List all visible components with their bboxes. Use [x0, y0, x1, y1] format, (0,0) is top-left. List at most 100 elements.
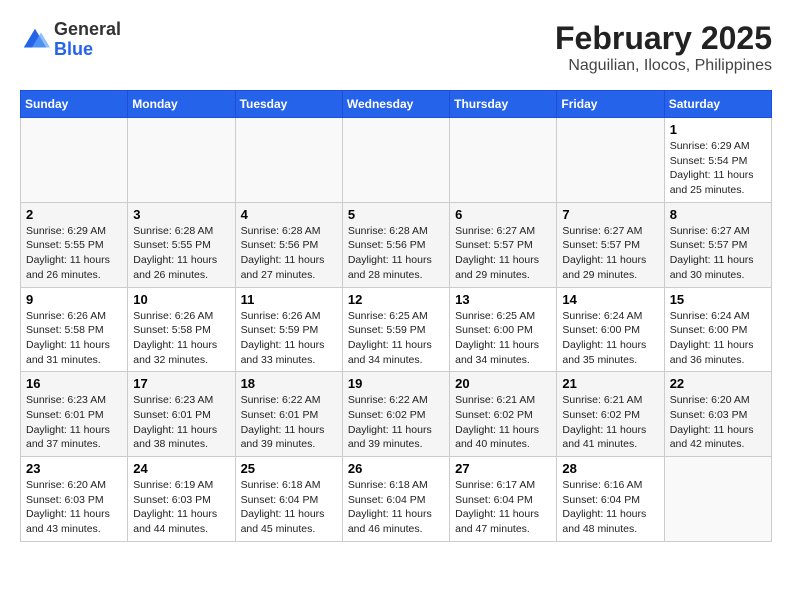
day-detail: Sunrise: 6:24 AMSunset: 6:00 PMDaylight:…: [670, 309, 766, 368]
calendar-day-cell: [235, 118, 342, 203]
calendar-day-cell: [342, 118, 449, 203]
calendar-day-cell: 1 Sunrise: 6:29 AMSunset: 5:54 PMDaylight…: [664, 118, 771, 203]
day-detail: Sunrise: 6:28 AMSunset: 5:56 PMDaylight:…: [241, 224, 337, 283]
calendar-week-row: 23 Sunrise: 6:20 AMSunset: 6:03 PMDayligh…: [21, 457, 772, 542]
day-detail: Sunrise: 6:16 AMSunset: 6:04 PMDaylight:…: [562, 478, 658, 537]
logo-icon: [20, 25, 50, 55]
calendar-day-cell: 23 Sunrise: 6:20 AMSunset: 6:03 PMDayligh…: [21, 457, 128, 542]
weekday-header: Sunday: [21, 91, 128, 118]
day-detail: Sunrise: 6:28 AMSunset: 5:56 PMDaylight:…: [348, 224, 444, 283]
day-number: 6: [455, 207, 551, 222]
day-number: 5: [348, 207, 444, 222]
calendar-day-cell: 10 Sunrise: 6:26 AMSunset: 5:58 PMDayligh…: [128, 287, 235, 372]
day-number: 24: [133, 461, 229, 476]
day-number: 16: [26, 376, 122, 391]
calendar-day-cell: 7 Sunrise: 6:27 AMSunset: 5:57 PMDaylight…: [557, 202, 664, 287]
day-detail: Sunrise: 6:27 AMSunset: 5:57 PMDaylight:…: [562, 224, 658, 283]
calendar-day-cell: 26 Sunrise: 6:18 AMSunset: 6:04 PMDayligh…: [342, 457, 449, 542]
day-detail: Sunrise: 6:19 AMSunset: 6:03 PMDaylight:…: [133, 478, 229, 537]
calendar-day-cell: 22 Sunrise: 6:20 AMSunset: 6:03 PMDayligh…: [664, 372, 771, 457]
location-subtitle: Naguilian, Ilocos, Philippines: [555, 57, 772, 75]
day-detail: Sunrise: 6:25 AMSunset: 6:00 PMDaylight:…: [455, 309, 551, 368]
day-number: 17: [133, 376, 229, 391]
calendar-day-cell: [128, 118, 235, 203]
day-detail: Sunrise: 6:25 AMSunset: 5:59 PMDaylight:…: [348, 309, 444, 368]
day-number: 8: [670, 207, 766, 222]
calendar-day-cell: 4Sunrise: 6:28 AMSunset: 5:56 PMDaylight…: [235, 202, 342, 287]
weekday-header: Saturday: [664, 91, 771, 118]
calendar-day-cell: 13 Sunrise: 6:25 AMSunset: 6:00 PMDayligh…: [450, 287, 557, 372]
day-number: 7: [562, 207, 658, 222]
calendar-day-cell: 24 Sunrise: 6:19 AMSunset: 6:03 PMDayligh…: [128, 457, 235, 542]
calendar-day-cell: [557, 118, 664, 203]
day-number: 9: [26, 292, 122, 307]
day-detail: Sunrise: 6:29 AMSunset: 5:55 PMDaylight:…: [26, 224, 122, 283]
day-detail: Sunrise: 6:24 AMSunset: 6:00 PMDaylight:…: [562, 309, 658, 368]
day-number: 14: [562, 292, 658, 307]
calendar-day-cell: [21, 118, 128, 203]
day-detail: Sunrise: 6:27 AMSunset: 5:57 PMDaylight:…: [455, 224, 551, 283]
day-detail: Sunrise: 6:26 AMSunset: 5:58 PMDaylight:…: [133, 309, 229, 368]
day-number: 2: [26, 207, 122, 222]
day-number: 22: [670, 376, 766, 391]
calendar-day-cell: 8 Sunrise: 6:27 AMSunset: 5:57 PMDaylight…: [664, 202, 771, 287]
calendar-week-row: 1 Sunrise: 6:29 AMSunset: 5:54 PMDaylight…: [21, 118, 772, 203]
day-number: 11: [241, 292, 337, 307]
weekday-header: Monday: [128, 91, 235, 118]
day-detail: Sunrise: 6:18 AMSunset: 6:04 PMDaylight:…: [241, 478, 337, 537]
calendar-day-cell: 15 Sunrise: 6:24 AMSunset: 6:00 PMDayligh…: [664, 287, 771, 372]
calendar-day-cell: 12 Sunrise: 6:25 AMSunset: 5:59 PMDayligh…: [342, 287, 449, 372]
day-detail: Sunrise: 6:29 AMSunset: 5:54 PMDaylight:…: [670, 139, 766, 198]
day-number: 12: [348, 292, 444, 307]
day-detail: Sunrise: 6:20 AMSunset: 6:03 PMDaylight:…: [26, 478, 122, 537]
day-detail: Sunrise: 6:23 AMSunset: 6:01 PMDaylight:…: [133, 393, 229, 452]
calendar-day-cell: 28Sunrise: 6:16 AMSunset: 6:04 PMDayligh…: [557, 457, 664, 542]
weekday-header: Tuesday: [235, 91, 342, 118]
calendar-day-cell: 9Sunrise: 6:26 AMSunset: 5:58 PMDaylight…: [21, 287, 128, 372]
weekday-header: Wednesday: [342, 91, 449, 118]
calendar-day-cell: 27 Sunrise: 6:17 AMSunset: 6:04 PMDayligh…: [450, 457, 557, 542]
day-number: 26: [348, 461, 444, 476]
calendar-day-cell: 5 Sunrise: 6:28 AMSunset: 5:56 PMDaylight…: [342, 202, 449, 287]
calendar-day-cell: 11 Sunrise: 6:26 AMSunset: 5:59 PMDayligh…: [235, 287, 342, 372]
calendar-day-cell: [664, 457, 771, 542]
day-number: 3: [133, 207, 229, 222]
day-number: 27: [455, 461, 551, 476]
calendar-day-cell: [450, 118, 557, 203]
calendar-table: SundayMondayTuesdayWednesdayThursdayFrid…: [20, 90, 772, 542]
day-detail: Sunrise: 6:22 AMSunset: 6:01 PMDaylight:…: [241, 393, 337, 452]
calendar-day-cell: 2 Sunrise: 6:29 AMSunset: 5:55 PMDaylight…: [21, 202, 128, 287]
month-year-title: February 2025: [555, 20, 772, 57]
page-header: General Blue February 2025 Naguilian, Il…: [20, 20, 772, 75]
day-detail: Sunrise: 6:22 AMSunset: 6:02 PMDaylight:…: [348, 393, 444, 452]
day-number: 18: [241, 376, 337, 391]
day-number: 21: [562, 376, 658, 391]
calendar-day-cell: 19 Sunrise: 6:22 AMSunset: 6:02 PMDayligh…: [342, 372, 449, 457]
day-number: 25: [241, 461, 337, 476]
day-detail: Sunrise: 6:18 AMSunset: 6:04 PMDaylight:…: [348, 478, 444, 537]
logo-blue-text: Blue: [54, 40, 121, 60]
day-number: 13: [455, 292, 551, 307]
title-block: February 2025 Naguilian, Ilocos, Philipp…: [555, 20, 772, 75]
calendar-day-cell: 25 Sunrise: 6:18 AMSunset: 6:04 PMDayligh…: [235, 457, 342, 542]
day-detail: Sunrise: 6:20 AMSunset: 6:03 PMDaylight:…: [670, 393, 766, 452]
day-number: 19: [348, 376, 444, 391]
calendar-day-cell: 21Sunrise: 6:21 AMSunset: 6:02 PMDayligh…: [557, 372, 664, 457]
weekday-header: Friday: [557, 91, 664, 118]
weekday-header: Thursday: [450, 91, 557, 118]
day-detail: Sunrise: 6:23 AMSunset: 6:01 PMDaylight:…: [26, 393, 122, 452]
calendar-day-cell: 3Sunrise: 6:28 AMSunset: 5:55 PMDaylight…: [128, 202, 235, 287]
calendar-day-cell: 18 Sunrise: 6:22 AMSunset: 6:01 PMDayligh…: [235, 372, 342, 457]
day-detail: Sunrise: 6:26 AMSunset: 5:59 PMDaylight:…: [241, 309, 337, 368]
day-number: 1: [670, 122, 766, 137]
logo-general-text: General: [54, 20, 121, 40]
day-number: 23: [26, 461, 122, 476]
weekday-header-row: SundayMondayTuesdayWednesdayThursdayFrid…: [21, 91, 772, 118]
day-number: 10: [133, 292, 229, 307]
day-detail: Sunrise: 6:27 AMSunset: 5:57 PMDaylight:…: [670, 224, 766, 283]
day-number: 15: [670, 292, 766, 307]
day-number: 20: [455, 376, 551, 391]
day-detail: Sunrise: 6:17 AMSunset: 6:04 PMDaylight:…: [455, 478, 551, 537]
calendar-day-cell: 16 Sunrise: 6:23 AMSunset: 6:01 PMDayligh…: [21, 372, 128, 457]
calendar-week-row: 16 Sunrise: 6:23 AMSunset: 6:01 PMDayligh…: [21, 372, 772, 457]
